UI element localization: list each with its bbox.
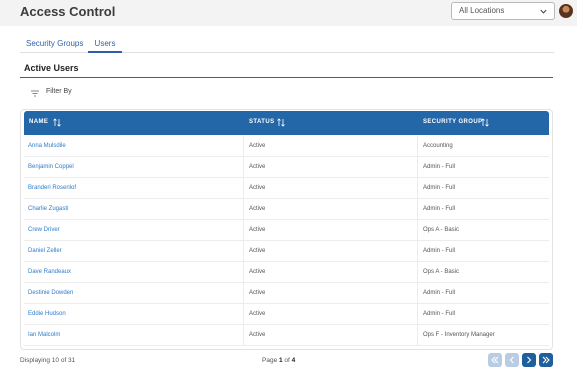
double-chevron-left-icon [491,356,499,364]
user-name-link[interactable]: Crew Driver [28,227,60,233]
user-status: Active [249,143,266,149]
user-name-link[interactable]: Branderi Rosenlof [28,185,76,191]
table-row[interactable]: Dave Randeaux Active Ops A - Basic [24,262,549,283]
column-divider [417,178,418,199]
table-row[interactable]: Branderi Rosenlof Active Admin - Full [24,178,549,199]
user-status: Active [249,164,266,170]
sort-icon[interactable] [481,118,489,127]
double-chevron-right-icon [542,356,550,364]
tab-users[interactable]: Users [88,39,122,53]
sort-icon[interactable] [277,118,285,127]
table-row[interactable]: Anna Mulsdile Active Accounting [24,136,549,157]
column-divider [417,283,418,304]
user-name-link[interactable]: Ian Malcolm [28,332,60,338]
column-divider [243,220,244,241]
column-divider [417,325,418,346]
chevron-down-icon [540,9,547,14]
chevron-right-icon [527,356,532,364]
user-name-link[interactable]: Daniel Zeller [28,248,62,254]
page-total: 4 [291,357,296,364]
user-security-group: Admin - Full [423,290,456,296]
user-security-group: Admin - Full [423,206,456,212]
avatar[interactable] [559,4,573,18]
table-row[interactable]: Ian Malcolm Active Ops F - Inventory Manag… [24,325,549,346]
user-name-link[interactable]: Destinie Dowden [28,290,73,296]
column-divider [417,241,418,262]
table-row[interactable]: Destinie Dowden Active Admin - Full [24,283,549,304]
user-status: Active [249,248,266,254]
tab-security-groups[interactable]: Security Groups [26,39,83,53]
first-page-button[interactable] [488,353,502,367]
table-row[interactable]: Eddie Hudson Active Admin - Full [24,304,549,325]
user-security-group: Ops F - Inventory Manager [423,332,495,338]
column-divider [243,262,244,283]
user-security-group: Admin - Full [423,185,456,191]
user-status: Active [249,227,266,233]
user-status: Active [249,290,266,296]
user-security-group: Admin - Full [423,248,456,254]
table-row[interactable]: Benjamin Coppel Active Admin - Full [24,157,549,178]
user-status: Active [249,185,266,191]
chevron-left-icon [509,356,514,364]
column-divider [243,325,244,346]
section-title: Active Users [24,63,79,73]
column-divider [243,199,244,220]
user-security-group: Admin - Full [423,311,456,317]
user-name-link[interactable]: Benjamin Coppel [28,164,74,170]
column-header-status[interactable]: STATUS [249,119,275,125]
column-divider [243,241,244,262]
user-name-link[interactable]: Charlie Zugasti [28,206,68,212]
tab-bar: Security Groups Users [20,37,554,53]
location-select-value: All Locations [459,6,505,15]
page-indicator: Page 1 of 4 [262,357,295,364]
location-select[interactable]: All Locations [451,2,555,20]
user-security-group: Accounting [423,143,453,149]
page-of: of [282,357,292,364]
column-divider [417,199,418,220]
table-row[interactable]: Crew Driver Active Ops A - Basic [24,220,549,241]
user-security-group: Ops A - Basic [423,269,460,275]
table-row[interactable]: Charlie Zugasti Active Admin - Full [24,199,549,220]
filter-icon [31,90,39,97]
user-status: Active [249,269,266,275]
column-divider [417,262,418,283]
page-title: Access Control [20,4,116,19]
column-divider [417,136,418,157]
next-page-button[interactable] [522,353,536,367]
column-divider [417,304,418,325]
table-header: NAME STATUS SECURITY GROUP [24,111,549,135]
page-prefix: Page [262,357,279,364]
user-status: Active [249,311,266,317]
column-divider [243,304,244,325]
column-divider [243,283,244,304]
user-name-link[interactable]: Eddie Hudson [28,311,66,317]
column-divider [417,220,418,241]
previous-page-button[interactable] [505,353,519,367]
user-status: Active [249,206,266,212]
column-header-name[interactable]: NAME [29,119,48,125]
user-security-group: Ops A - Basic [423,227,460,233]
user-name-link[interactable]: Anna Mulsdile [28,143,66,149]
column-divider [243,157,244,178]
last-page-button[interactable] [539,353,553,367]
table-row[interactable]: Daniel Zeller Active Admin - Full [24,241,549,262]
filter-by-label: Filter By [46,88,72,95]
column-divider [243,136,244,157]
section-divider [20,77,553,78]
column-header-security-group[interactable]: SECURITY GROUP [423,119,483,125]
user-name-link[interactable]: Dave Randeaux [28,269,71,275]
displaying-count: Displaying 10 of 31 [20,357,76,364]
column-divider [417,157,418,178]
user-security-group: Admin - Full [423,164,456,170]
column-divider [243,178,244,199]
user-status: Active [249,332,266,338]
sort-icon[interactable] [53,118,61,127]
